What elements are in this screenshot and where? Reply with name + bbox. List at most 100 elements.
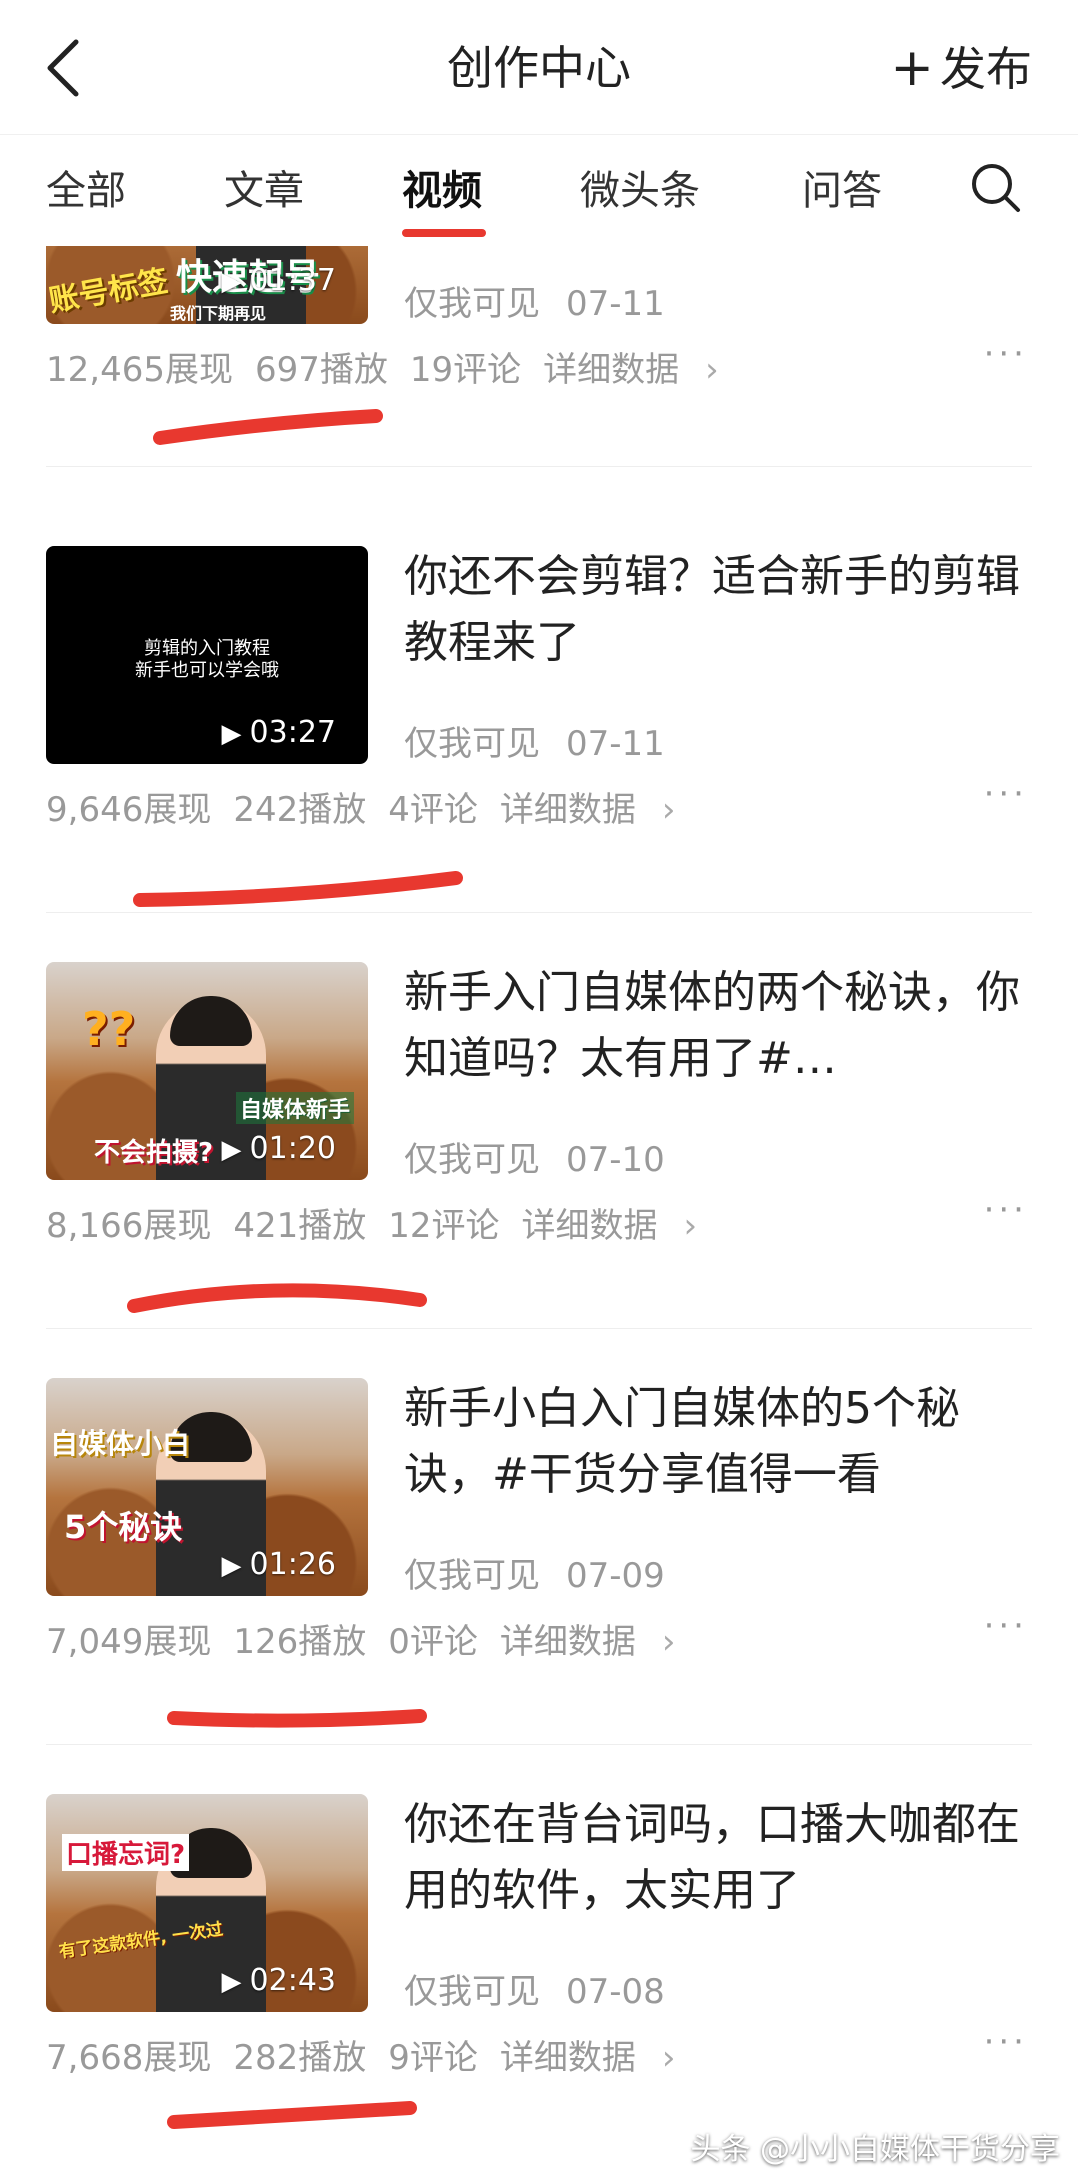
red-underline-annotation: [167, 1709, 427, 1728]
tab-videos[interactable]: 视频: [402, 165, 482, 217]
thumbnail-caption: 账号标签: [46, 263, 171, 320]
play-icon: ▶: [221, 1135, 242, 1165]
details-link[interactable]: 详细数据 ›: [543, 350, 741, 390]
watermark-text: 头条 @小小自媒体干货分享: [690, 2132, 1060, 2167]
visibility-label: 仅我可见: [404, 1556, 540, 1596]
thumbnail-caption: 我们下期再见: [170, 304, 267, 323]
thumbnail-caption: 口播忘词?: [62, 1834, 190, 1871]
video-thumbnail[interactable]: 口播忘词? 有了这款软件, 一次过 ▶ 02:43: [46, 1794, 368, 2012]
video-thumbnail[interactable]: 自媒体小白 5个秘诀 ▶ 01:26: [46, 1378, 368, 1596]
video-meta: 仅我可见 07-08: [404, 1964, 665, 2013]
comments-count: 0评论: [388, 1622, 478, 1662]
divider: [46, 1744, 1032, 1745]
thumbnail-caption: ??: [82, 1002, 136, 1056]
more-icon[interactable]: ···: [984, 1606, 1028, 1646]
video-duration: ▶ 01:20: [221, 1131, 336, 1166]
details-link[interactable]: 详细数据 ›: [522, 1206, 720, 1246]
red-underline-annotation: [153, 409, 383, 445]
search-icon[interactable]: [968, 160, 1024, 216]
divider: [46, 466, 1032, 467]
impressions-count: 12,465展现: [46, 350, 233, 390]
publish-date: 07-11: [566, 724, 665, 764]
play-icon: ▶: [221, 719, 242, 749]
more-icon[interactable]: ···: [984, 774, 1028, 814]
active-tab-indicator: [402, 229, 486, 237]
details-link[interactable]: 详细数据 ›: [500, 2038, 698, 2078]
video-meta: 仅我可见 07-11: [404, 276, 665, 325]
red-underline-annotation: [133, 871, 463, 907]
thumbnail-caption: 新手也可以学会哦: [135, 660, 279, 681]
tab-qa[interactable]: 问答: [802, 165, 882, 217]
list-item[interactable]: 账号标签 快速起号 我们下期再见 ▶ 01:37 仅我可见 07-11 12,465…: [0, 246, 1078, 526]
video-thumbnail[interactable]: 剪辑的入门教程 新手也可以学会哦 ▶ 03:27: [46, 546, 368, 764]
category-tabs: 全部 文章 视频 微头条 问答: [0, 134, 1078, 247]
chevron-right-icon: ›: [705, 350, 719, 390]
video-meta: 仅我可见 07-10: [404, 1132, 665, 1181]
video-title[interactable]: 你还在背台词吗，口播大咖都在用的软件，太实用了: [404, 1792, 1024, 1924]
publish-date: 07-08: [566, 1972, 665, 2012]
play-icon: ▶: [221, 1967, 242, 1997]
video-duration: ▶ 01:26: [221, 1547, 336, 1582]
plays-count: 242播放: [233, 790, 367, 830]
video-stats: 8,166展现 421播放 12评论 详细数据 ›: [46, 1198, 741, 1247]
details-link[interactable]: 详细数据 ›: [500, 790, 698, 830]
video-duration: ▶ 02:43: [221, 1963, 336, 1998]
visibility-label: 仅我可见: [404, 284, 540, 324]
more-icon[interactable]: ···: [984, 2022, 1028, 2062]
tab-articles[interactable]: 文章: [224, 165, 304, 217]
tab-micro-headlines[interactable]: 微头条: [580, 165, 700, 217]
impressions-count: 8,166展现: [46, 1206, 212, 1246]
thumbnail-caption: 5个秘诀: [64, 1508, 183, 1546]
publish-date: 07-11: [566, 284, 665, 324]
details-link[interactable]: 详细数据 ›: [500, 1622, 698, 1662]
list-item[interactable]: 自媒体小白 5个秘诀 ▶ 01:26 新手小白入门自媒体的5个秘诀，#干货分享值得…: [0, 1378, 1078, 1798]
impressions-count: 9,646展现: [46, 790, 212, 830]
publish-label: 发布: [940, 42, 1032, 96]
more-icon[interactable]: ···: [984, 1190, 1028, 1230]
more-icon[interactable]: ···: [984, 334, 1028, 374]
chevron-right-icon: ›: [683, 1206, 698, 1246]
video-thumbnail[interactable]: ?? 自媒体新手 不会拍摄? ▶ 01:20: [46, 962, 368, 1180]
video-stats: 12,465展现 697播放 19评论 详细数据 ›: [46, 342, 763, 391]
divider: [46, 912, 1032, 913]
video-stats: 7,668展现 282播放 9评论 详细数据 ›: [46, 2030, 720, 2079]
video-meta: 仅我可见 07-11: [404, 716, 665, 765]
publish-date: 07-09: [566, 1556, 665, 1596]
video-meta: 仅我可见 07-09: [404, 1548, 665, 1597]
publish-date: 07-10: [566, 1140, 665, 1180]
impressions-count: 7,049展现: [46, 1622, 212, 1662]
publish-button[interactable]: + 发布: [890, 36, 1032, 101]
list-item[interactable]: ?? 自媒体新手 不会拍摄? ▶ 01:20 新手入门自媒体的两个秘诀，你知道吗？…: [0, 962, 1078, 1382]
plays-count: 282播放: [233, 2038, 367, 2078]
divider: [46, 1328, 1032, 1329]
tab-all[interactable]: 全部: [46, 165, 126, 217]
play-icon: ▶: [221, 267, 242, 297]
top-bar: 创作中心 + 发布: [0, 0, 1078, 134]
video-thumbnail[interactable]: 账号标签 快速起号 我们下期再见 ▶ 01:37: [46, 246, 368, 324]
video-title[interactable]: 新手小白入门自媒体的5个秘诀，#干货分享值得一看: [404, 1376, 1024, 1508]
video-title[interactable]: 新手入门自媒体的两个秘诀，你知道吗？太有用了#…: [404, 960, 1024, 1092]
video-stats: 9,646展现 242播放 4评论 详细数据 ›: [46, 782, 720, 831]
comments-count: 19评论: [409, 350, 522, 390]
red-underline-annotation: [127, 1283, 427, 1313]
impressions-count: 7,668展现: [46, 2038, 212, 2078]
red-underline-annotation: [167, 2101, 417, 2129]
plays-count: 126播放: [233, 1622, 367, 1662]
video-title[interactable]: 你还不会剪辑？适合新手的剪辑教程来了: [404, 544, 1024, 676]
video-list: 账号标签 快速起号 我们下期再见 ▶ 01:37 仅我可见 07-11 12,465…: [0, 246, 1078, 2184]
chevron-right-icon: ›: [661, 790, 676, 830]
plays-count: 697播放: [254, 350, 388, 390]
thumbnail-caption: 自媒体小白: [50, 1427, 191, 1460]
video-duration: ▶ 03:27: [221, 715, 336, 750]
comments-count: 9评论: [388, 2038, 478, 2078]
visibility-label: 仅我可见: [404, 1972, 540, 2012]
video-stats: 7,049展现 126播放 0评论 详细数据 ›: [46, 1614, 720, 1663]
list-item[interactable]: 剪辑的入门教程 新手也可以学会哦 ▶ 03:27 你还不会剪辑？适合新手的剪辑教程…: [0, 546, 1078, 966]
video-duration: ▶ 01:37: [221, 263, 336, 298]
comments-count: 12评论: [388, 1206, 500, 1246]
plays-count: 421播放: [233, 1206, 367, 1246]
thumbnail-caption: 自媒体新手: [236, 1092, 355, 1124]
visibility-label: 仅我可见: [404, 724, 540, 764]
chevron-right-icon: ›: [661, 1622, 676, 1662]
play-icon: ▶: [221, 1551, 242, 1581]
